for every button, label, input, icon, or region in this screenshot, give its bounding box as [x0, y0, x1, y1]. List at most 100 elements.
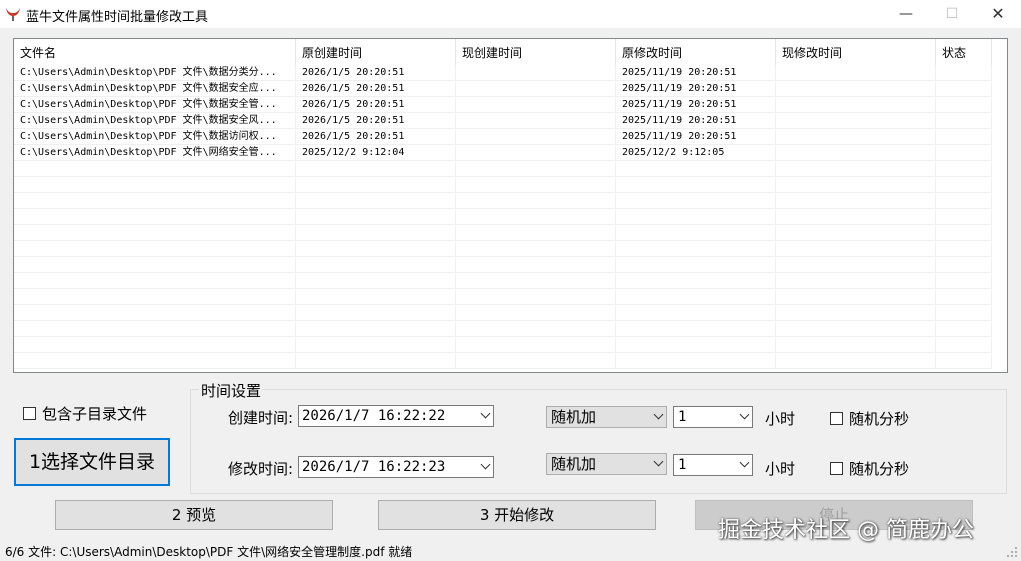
table-row[interactable]: C:\Users\Admin\Desktop\PDF 文件\数据访问权... 20…: [14, 129, 992, 145]
modify-amount-select[interactable]: 1: [673, 454, 753, 476]
chevron-down-icon[interactable]: [480, 408, 491, 419]
table-cell: [14, 161, 296, 177]
modify-mode-select[interactable]: 随机加: [546, 453, 667, 475]
chevron-down-icon[interactable]: [480, 459, 491, 470]
file-list[interactable]: 文件名 原创建时间 现创建时间 原修改时间 现修改时间 状态 C:\Users\…: [13, 38, 1008, 373]
column-header-orig-modified[interactable]: 原修改时间: [616, 39, 776, 65]
table-cell: [936, 337, 992, 353]
table-cell: [936, 145, 992, 161]
table-cell: [456, 65, 616, 81]
table-cell: [776, 225, 936, 241]
table-cell: [936, 305, 992, 321]
create-amount-value: 1: [678, 409, 687, 425]
table-cell: [14, 337, 296, 353]
preview-button[interactable]: 2 预览: [55, 500, 333, 530]
table-cell: [936, 273, 992, 289]
checkbox-box[interactable]: [830, 412, 843, 425]
table-cell: 2025/11/19 20:20:51: [616, 65, 776, 81]
table-cell: C:\Users\Admin\Desktop\PDF 文件\数据安全风...: [14, 113, 296, 129]
minimize-button[interactable]: —: [883, 0, 929, 28]
table-cell: 2026/1/5 20:20:51: [296, 97, 456, 113]
checkbox-box[interactable]: [830, 462, 843, 475]
chevron-down-icon[interactable]: [653, 409, 664, 420]
table-row[interactable]: C:\Users\Admin\Desktop\PDF 文件\数据安全风... 20…: [14, 113, 992, 129]
time-settings-legend: 时间设置: [199, 380, 264, 401]
column-header-status[interactable]: 状态: [936, 39, 992, 65]
table-cell: [296, 257, 456, 273]
table-cell: [776, 129, 936, 145]
table-cell: 2026/1/5 20:20:51: [296, 129, 456, 145]
create-random-seconds-label: 随机分秒: [849, 410, 910, 428]
table-cell: 2026/1/5 20:20:51: [296, 81, 456, 97]
title-bar: 蓝牛文件属性时间批量修改工具 — ☐ ✕: [0, 0, 1021, 28]
table-cell: [616, 161, 776, 177]
table-cell: [14, 257, 296, 273]
table-cell: [456, 241, 616, 257]
table-cell: [296, 289, 456, 305]
column-header-new-modified[interactable]: 现修改时间: [776, 39, 936, 65]
table-row[interactable]: C:\Users\Admin\Desktop\PDF 文件\数据安全管... 20…: [14, 97, 992, 113]
create-random-seconds-checkbox[interactable]: 随机分秒: [830, 408, 909, 429]
table-cell: [14, 241, 296, 257]
table-cell: 2025/12/2 9:12:04: [296, 145, 456, 161]
create-mode-select[interactable]: 随机加: [546, 406, 667, 428]
table-cell: [616, 241, 776, 257]
chevron-down-icon[interactable]: [739, 457, 750, 468]
create-time-picker[interactable]: 2026/1/7 16:22:22: [298, 405, 494, 427]
table-cell: [776, 113, 936, 129]
table-row[interactable]: C:\Users\Admin\Desktop\PDF 文件\数据分类分... 20…: [14, 65, 992, 81]
table-cell: [616, 305, 776, 321]
table-cell: [616, 289, 776, 305]
create-unit-label: 小时: [765, 410, 796, 428]
select-directory-button[interactable]: 1选择文件目录: [14, 438, 170, 486]
table-cell: [14, 273, 296, 289]
start-modify-button[interactable]: 3 开始修改: [378, 500, 656, 530]
checkbox-box[interactable]: [23, 407, 36, 420]
resize-grip-icon[interactable]: [1006, 546, 1018, 558]
table-cell: [456, 321, 616, 337]
close-button[interactable]: ✕: [975, 0, 1021, 28]
table-cell: [616, 225, 776, 241]
table-cell: 2025/12/2 9:12:05: [616, 145, 776, 161]
table-cell: [616, 337, 776, 353]
table-cell: [776, 65, 936, 81]
maximize-button[interactable]: ☐: [929, 0, 975, 28]
table-cell: [936, 289, 992, 305]
table-cell: [936, 193, 992, 209]
table-cell: [456, 97, 616, 113]
chevron-down-icon[interactable]: [653, 456, 664, 467]
table-cell: [776, 161, 936, 177]
chevron-down-icon[interactable]: [739, 409, 750, 420]
table-cell: [776, 81, 936, 97]
table-cell: C:\Users\Admin\Desktop\PDF 文件\网络安全管...: [14, 145, 296, 161]
column-header-new-created[interactable]: 现创建时间: [456, 39, 616, 65]
column-header-orig-created[interactable]: 原创建时间: [296, 39, 456, 65]
table-cell: [296, 305, 456, 321]
table-cell: [616, 353, 776, 369]
table-row: [14, 193, 992, 209]
modify-random-seconds-checkbox[interactable]: 随机分秒: [830, 458, 909, 479]
table-cell: [936, 81, 992, 97]
create-amount-select[interactable]: 1: [673, 406, 753, 428]
modify-amount-value: 1: [678, 457, 687, 473]
table-cell: [456, 353, 616, 369]
table-row: [14, 321, 992, 337]
modify-time-picker[interactable]: 2026/1/7 16:22:23: [298, 456, 494, 478]
table-cell: [936, 321, 992, 337]
table-cell: 2025/11/19 20:20:51: [616, 97, 776, 113]
table-cell: [936, 257, 992, 273]
table-cell: [456, 113, 616, 129]
table-cell: [936, 97, 992, 113]
table-row[interactable]: C:\Users\Admin\Desktop\PDF 文件\网络安全管... 20…: [14, 145, 992, 161]
table-cell: 2026/1/5 20:20:51: [296, 113, 456, 129]
include-subdirs-checkbox[interactable]: 包含子目录文件: [23, 403, 147, 424]
table-row: [14, 305, 992, 321]
table-cell: [616, 177, 776, 193]
table-cell: 2025/11/19 20:20:51: [616, 113, 776, 129]
column-header-filename[interactable]: 文件名: [14, 39, 296, 65]
create-time-value: 2026/1/7 16:22:22: [302, 408, 446, 424]
table-cell: [14, 305, 296, 321]
table-row[interactable]: C:\Users\Admin\Desktop\PDF 文件\数据安全应... 20…: [14, 81, 992, 97]
table-cell: C:\Users\Admin\Desktop\PDF 文件\数据分类分...: [14, 65, 296, 81]
table-cell: [296, 161, 456, 177]
